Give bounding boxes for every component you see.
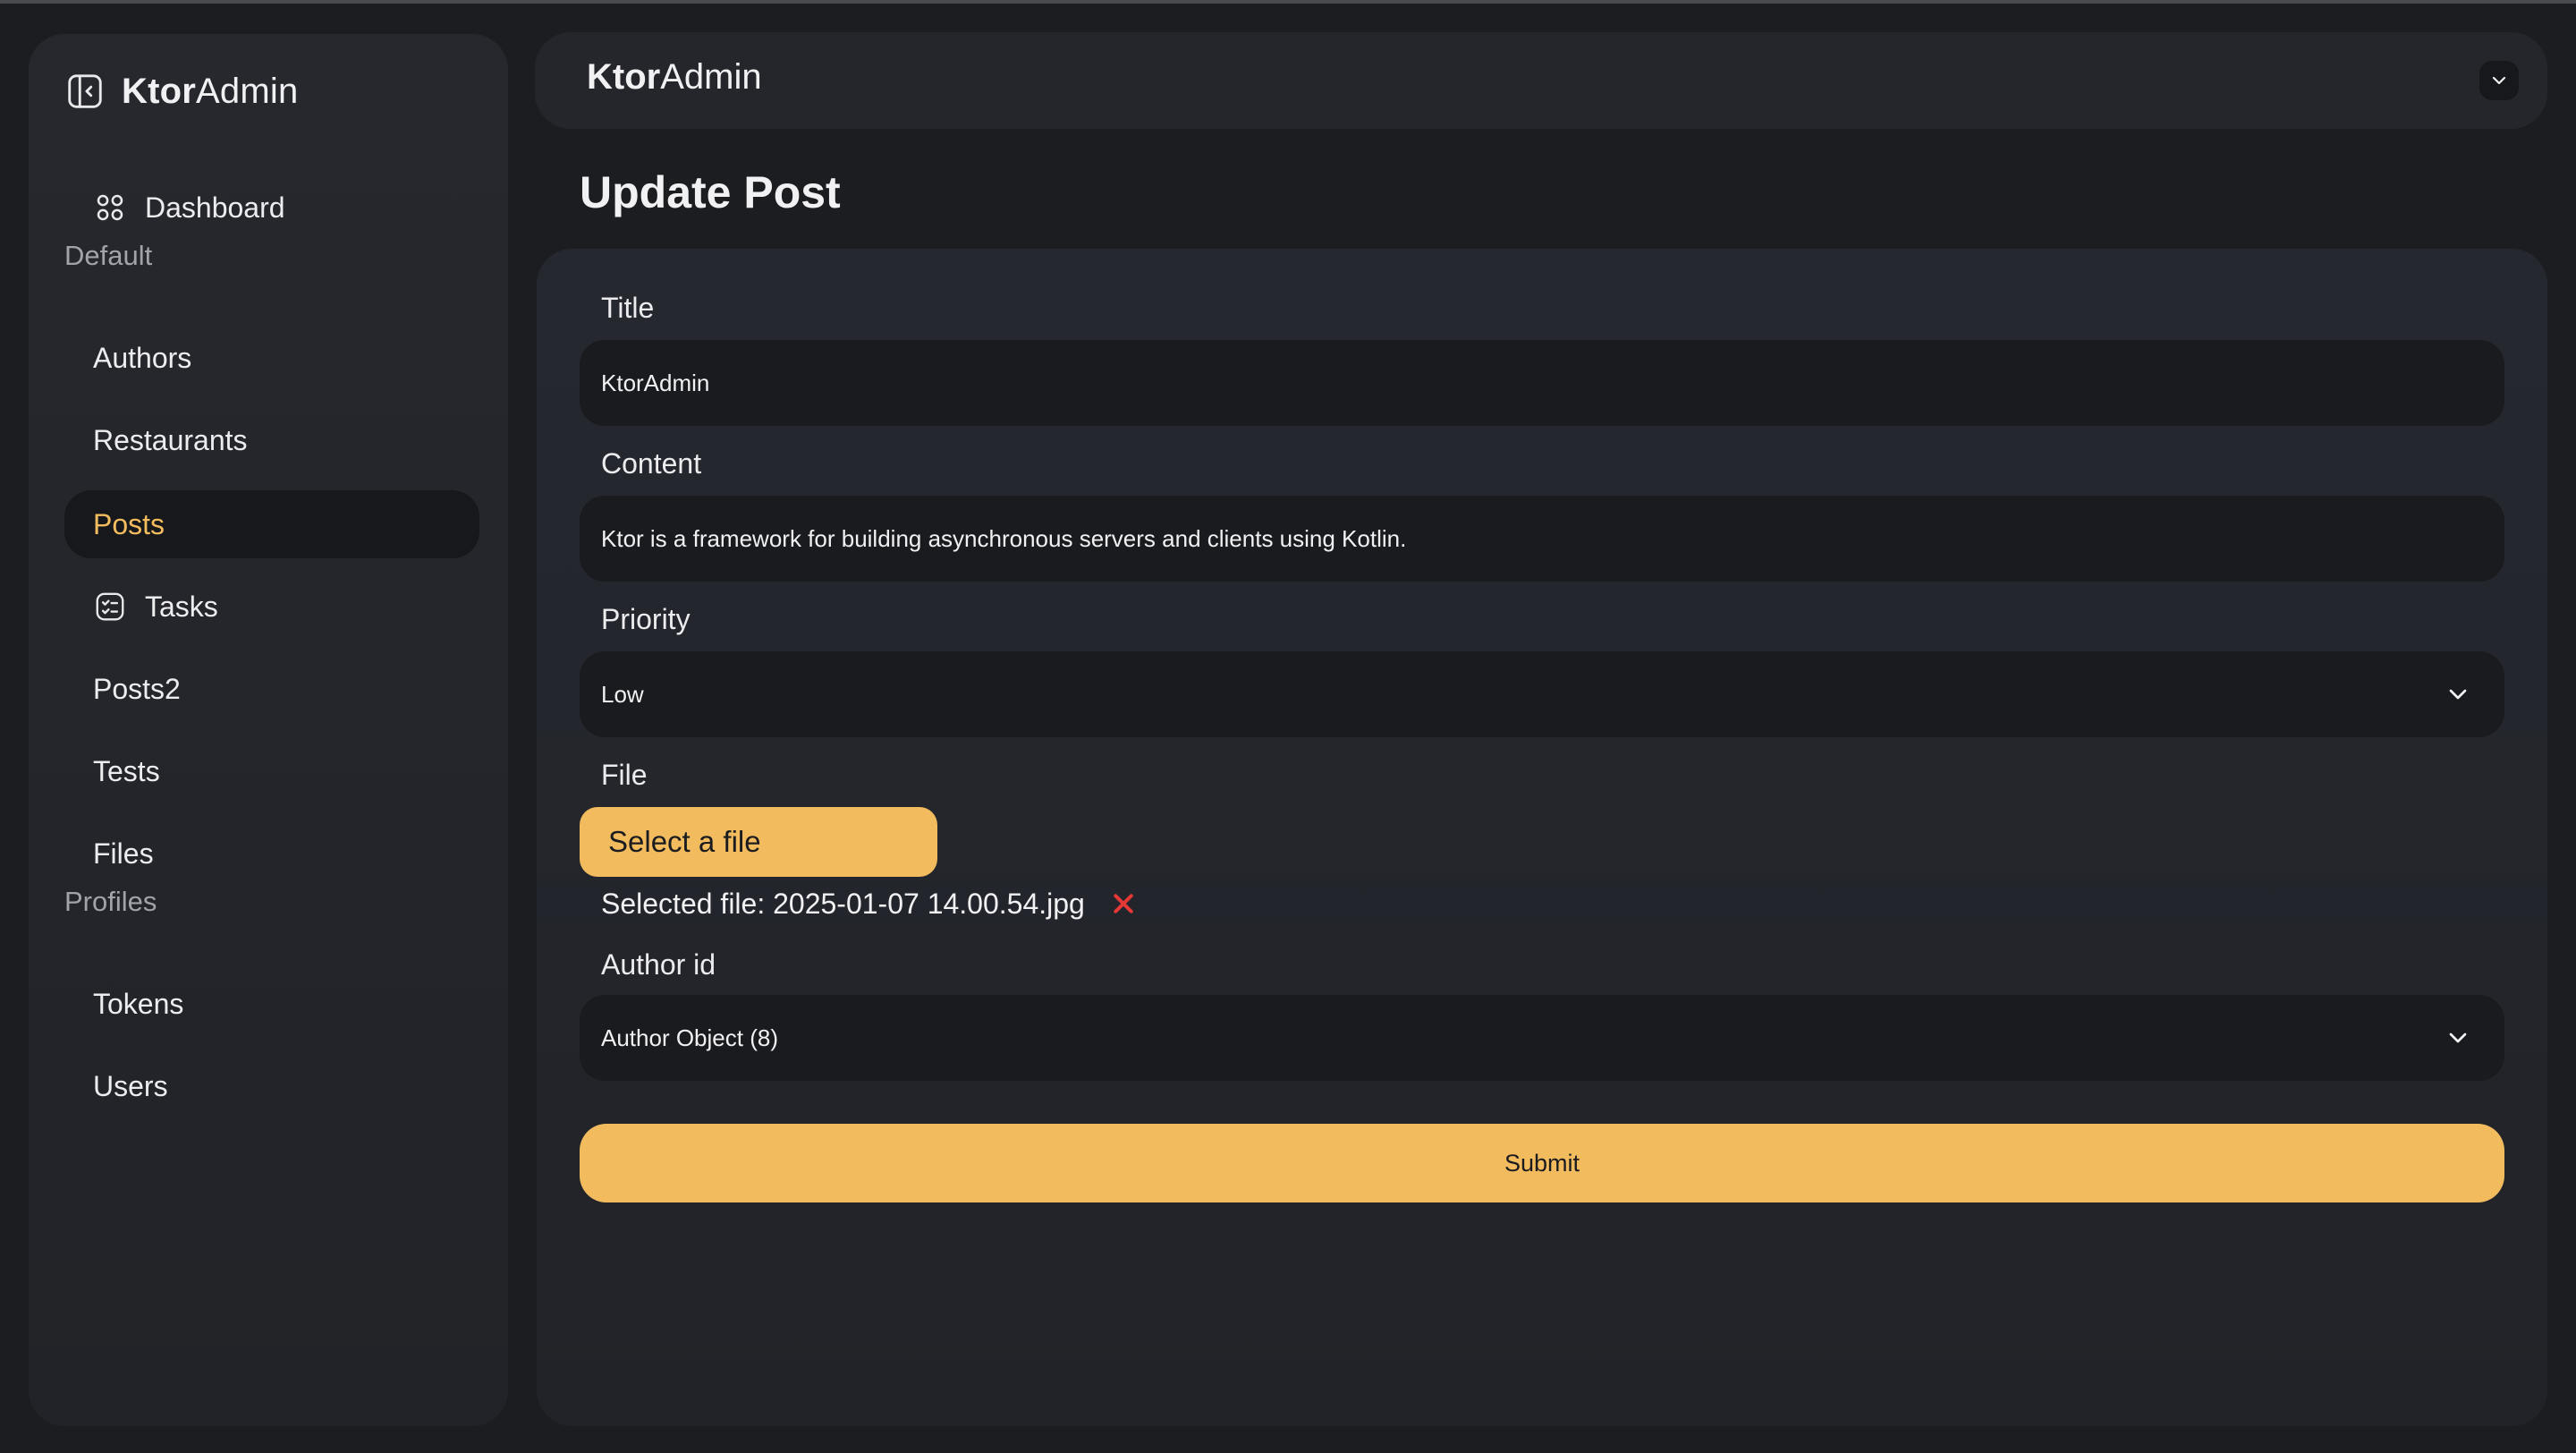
brand-name: KtorAdmin — [122, 71, 299, 111]
selected-file-name: Selected file: 2025-01-07 14.00.54.jpg — [601, 887, 1085, 920]
sidebar-item-label: Posts — [93, 507, 165, 540]
window-top-border — [0, 0, 2576, 4]
priority-select[interactable]: Low — [580, 651, 2504, 737]
close-icon[interactable] — [1110, 890, 1137, 917]
sidebar-item-label: Dashboard — [145, 191, 285, 224]
priority-label: Priority — [601, 603, 691, 635]
chevron-down-icon — [2449, 689, 2467, 700]
sidebar-brand[interactable]: KtorAdmin — [64, 64, 298, 118]
sidebar-item-authors[interactable]: Authors — [64, 324, 479, 392]
sidebar-item-posts2[interactable]: Posts2 — [64, 655, 479, 723]
sidebar-item-label: Posts2 — [93, 672, 181, 705]
submit-button[interactable]: Submit — [580, 1124, 2504, 1202]
sidebar-item-label: Tasks — [145, 590, 218, 623]
content-value: Ktor is a framework for building asynchr… — [601, 524, 1407, 552]
sidebar-item-label: Restaurants — [93, 423, 248, 456]
content-input[interactable]: Ktor is a framework for building asynchr… — [580, 496, 2504, 582]
content-label: Content — [601, 447, 702, 480]
sidebar-item-label: Authors — [93, 341, 192, 374]
top-header: KtorAdmin — [535, 32, 2547, 129]
header-title: KtorAdmin — [587, 57, 762, 97]
title-input[interactable]: KtorAdmin — [580, 340, 2504, 426]
selected-file-info: Selected file: 2025-01-07 14.00.54.jpg — [601, 884, 1137, 923]
sidebar-item-label: Tokens — [93, 987, 184, 1020]
sidebar-item-label: Files — [93, 837, 154, 870]
sidebar-item-restaurants[interactable]: Restaurants — [64, 406, 479, 474]
sidebar-item-tests[interactable]: Tests — [64, 737, 479, 805]
sidebar-item-dashboard[interactable]: Dashboard — [64, 174, 479, 242]
author-id-value: Author Object (8) — [601, 1024, 778, 1051]
checklist-icon — [96, 592, 124, 621]
page-title: Update Post — [580, 167, 841, 217]
priority-value: Low — [601, 680, 644, 708]
sidebar-item-files[interactable]: Files — [64, 820, 479, 888]
chevron-down-icon — [2449, 1032, 2467, 1043]
sidebar-item-users[interactable]: Users — [64, 1052, 479, 1120]
sidebar-section-default: Default — [64, 240, 153, 271]
file-label: File — [601, 759, 648, 791]
sidebar-item-label: Users — [93, 1069, 168, 1102]
sidebar-item-posts[interactable]: Posts — [64, 490, 479, 558]
update-post-form: Title KtorAdmin Content Ktor is a framew… — [537, 249, 2547, 1426]
title-label: Title — [601, 292, 655, 324]
sidebar-section-profiles: Profiles — [64, 886, 157, 917]
sidebar-item-tokens[interactable]: Tokens — [64, 970, 479, 1038]
header-menu-button[interactable] — [2479, 61, 2519, 100]
chevron-down-icon — [2492, 76, 2506, 85]
title-value: KtorAdmin — [601, 369, 710, 396]
select-file-button[interactable]: Select a file — [580, 807, 937, 877]
dashboard-icon — [97, 194, 123, 221]
sidebar: KtorAdmin Dashboard Default Authors Rest… — [29, 34, 508, 1426]
sidebar-toggle-icon[interactable] — [64, 71, 106, 112]
sidebar-item-tasks[interactable]: Tasks — [64, 573, 479, 641]
author-id-label: Author id — [601, 948, 716, 981]
author-id-select[interactable]: Author Object (8) — [580, 995, 2504, 1081]
sidebar-item-label: Tests — [93, 754, 160, 787]
